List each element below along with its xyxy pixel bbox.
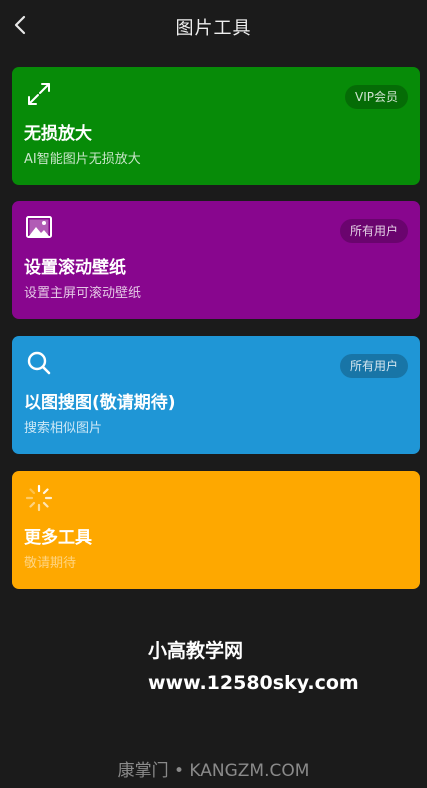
expand-arrows-icon	[24, 79, 54, 109]
card-title: 设置滚动壁纸	[24, 258, 126, 278]
image-icon	[24, 213, 54, 243]
loading-spinner-icon	[24, 483, 54, 513]
card-title: 以图搜图(敬请期待)	[24, 393, 176, 413]
more-tools-card[interactable]: 更多工具 敬请期待	[12, 471, 420, 589]
page-title: 图片工具	[175, 18, 252, 39]
search-icon	[24, 348, 54, 378]
upscale-card[interactable]: VIP会员 无损放大 AI智能图片无损放大	[12, 67, 420, 185]
app-header: 图片工具	[0, 0, 427, 52]
scroll-wallpaper-card[interactable]: 所有用户 设置滚动壁纸 设置主屏可滚动壁纸	[12, 201, 420, 319]
all-users-badge: 所有用户	[339, 354, 408, 378]
all-users-badge: 所有用户	[339, 219, 408, 243]
card-title: 更多工具	[24, 528, 92, 548]
card-subtitle: AI智能图片无损放大	[24, 152, 141, 167]
card-subtitle: 搜索相似图片	[24, 421, 103, 436]
footer-watermark: 康掌门 • KANGZM.COM	[117, 761, 310, 781]
watermark-title: 小高教学网	[148, 640, 244, 662]
card-subtitle: 敬请期待	[24, 556, 77, 571]
image-search-card[interactable]: 所有用户 以图搜图(敬请期待) 搜索相似图片	[12, 336, 420, 454]
card-title: 无损放大	[24, 124, 92, 144]
card-subtitle: 设置主屏可滚动壁纸	[24, 286, 142, 301]
vip-badge: VIP会员	[345, 85, 408, 109]
watermark-url: www.12580sky.com	[148, 672, 359, 694]
